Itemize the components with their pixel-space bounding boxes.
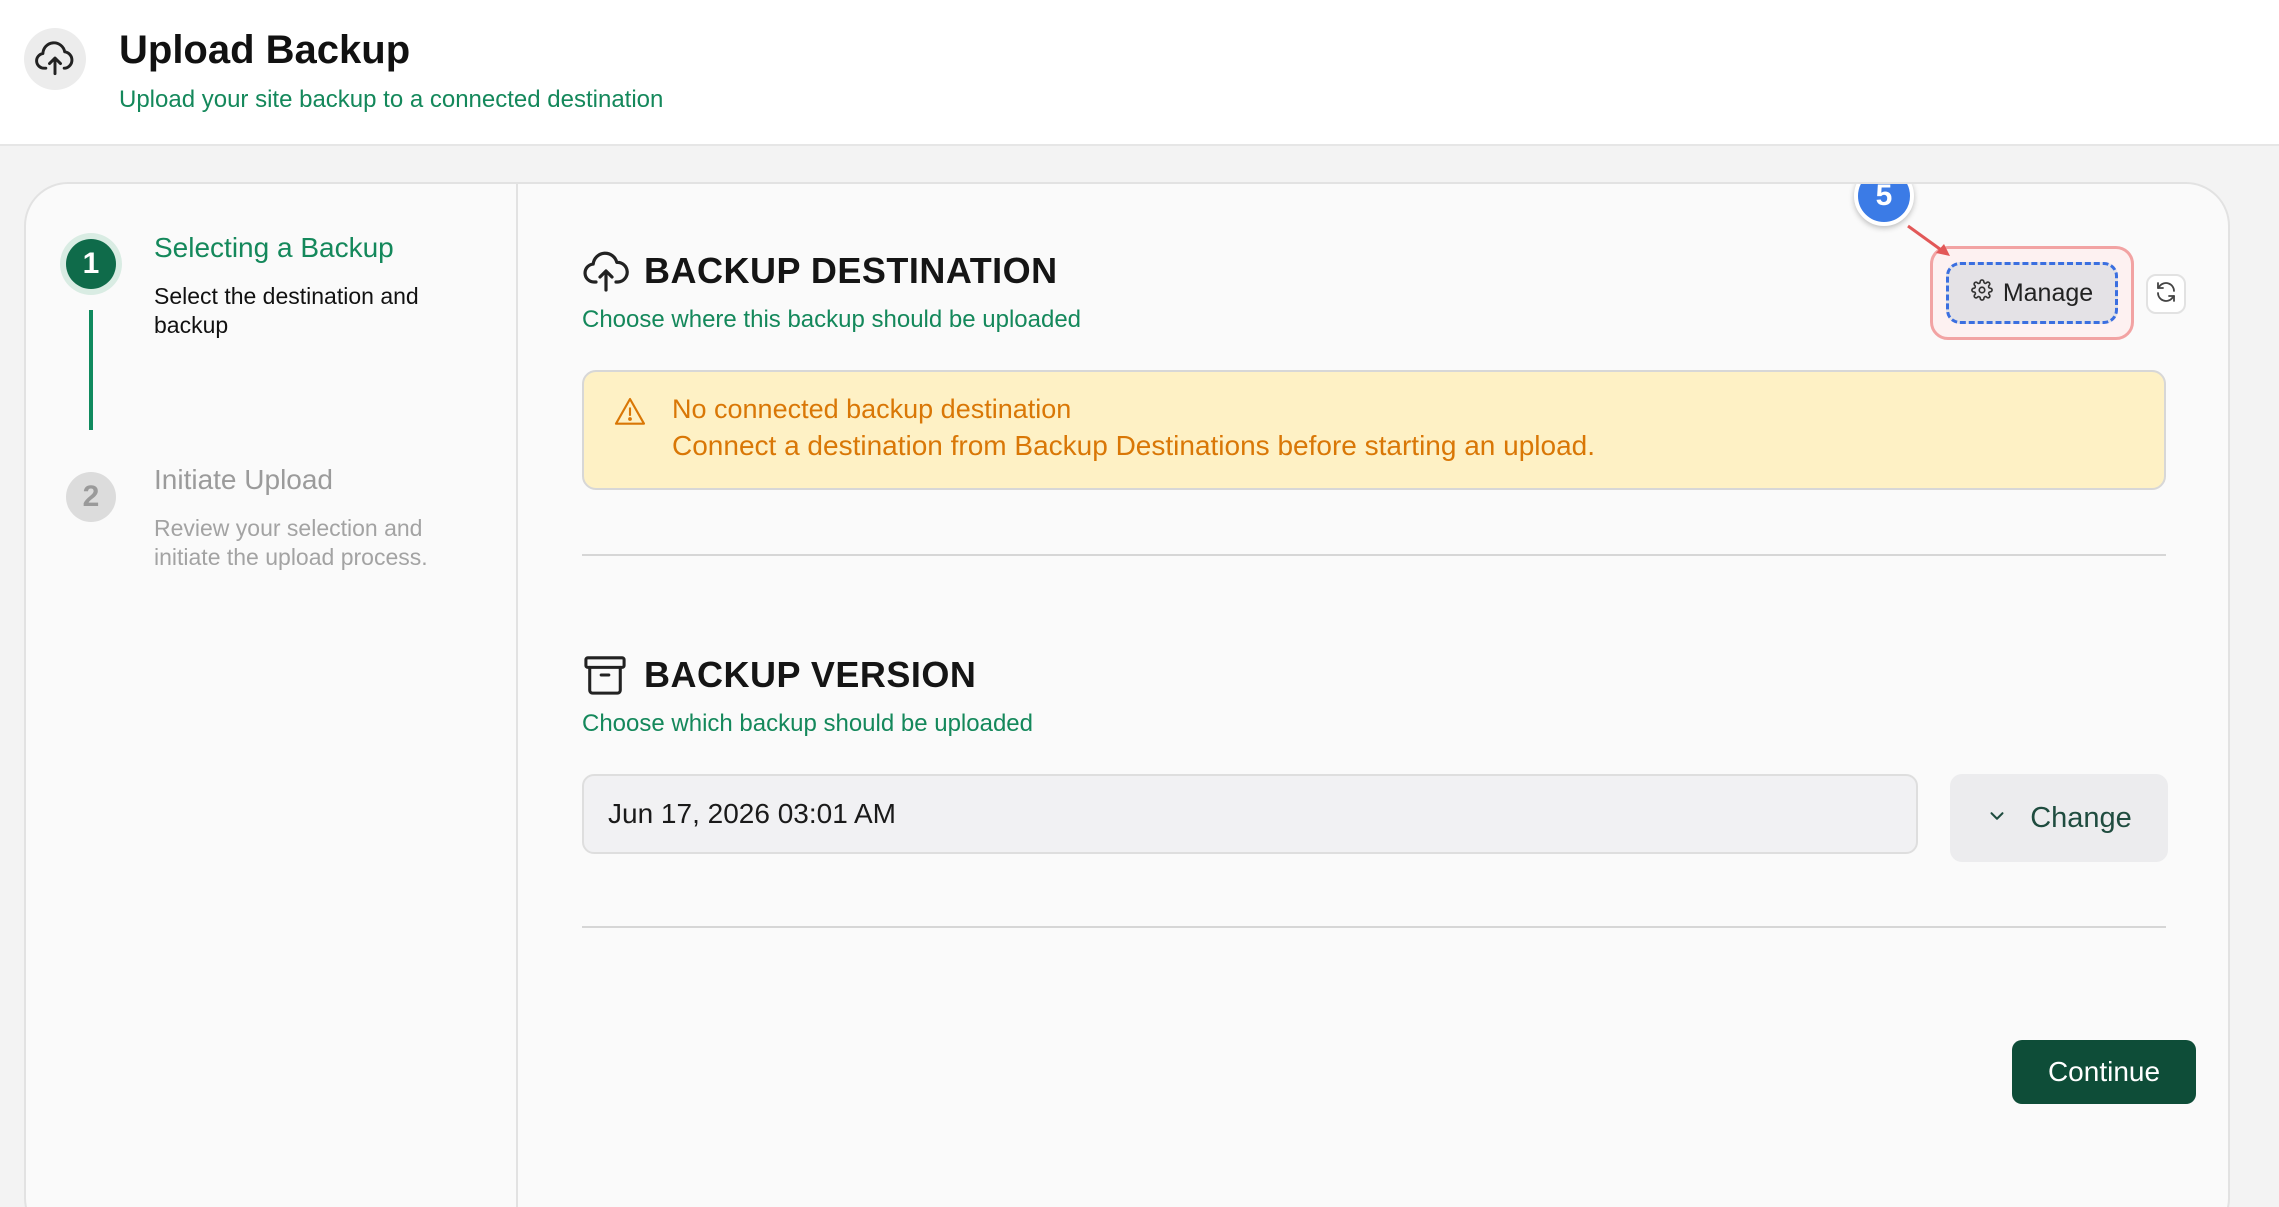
cloud-upload-icon <box>24 28 86 90</box>
step-description-selecting-backup: Select the destination and backup <box>154 283 419 338</box>
page-title: Upload Backup <box>119 28 411 72</box>
step-number-1: 1 <box>66 239 116 289</box>
backup-destination-subtitle: Choose where this backup should be uploa… <box>582 306 1082 333</box>
warning-triangle-icon <box>614 396 646 431</box>
warning-title: No connected backup destination <box>672 394 1072 424</box>
gear-icon <box>1970 278 1993 308</box>
step-annotation-badge: 5 <box>1854 184 1914 226</box>
page-subtitle: Upload your site backup to a connected d… <box>119 86 664 113</box>
annotation-arrow-icon <box>1904 222 1960 267</box>
step-connector <box>89 310 93 430</box>
cloud-upload-icon <box>582 250 630 297</box>
wizard-stepper: 1 Selecting a Backup Select the destinat… <box>26 184 518 1207</box>
section-divider <box>582 926 2166 928</box>
chevron-down-icon <box>1986 802 2008 835</box>
backup-version-title: BACKUP VERSION <box>644 654 977 695</box>
selected-backup-version-field[interactable]: Jun 17, 2026 03:01 AM <box>582 774 1918 854</box>
manage-button-label: Manage <box>2002 278 2094 307</box>
change-button-label: Change <box>2030 801 2132 834</box>
continue-button[interactable]: Continue <box>2012 1040 2196 1104</box>
refresh-destinations-button[interactable] <box>2146 274 2186 314</box>
refresh-icon <box>2154 280 2178 309</box>
section-divider <box>582 554 2166 556</box>
manage-destinations-button[interactable]: Manage <box>1946 262 2118 324</box>
backup-version-subtitle: Choose which backup should be uploaded <box>582 710 1033 737</box>
upload-wizard-card: 1 Selecting a Backup Select the destinat… <box>24 182 2230 1207</box>
warning-text: Connect a destination from Backup Destin… <box>672 430 1596 461</box>
step-title-selecting-backup[interactable]: Selecting a Backup <box>154 232 394 264</box>
archive-box-icon <box>582 654 628 701</box>
step-title-initiate-upload: Initiate Upload <box>154 464 334 495</box>
page-header: Upload Backup Upload your site backup to… <box>0 0 2279 146</box>
step-description-initiate-upload: Review your selection and initiate the u… <box>154 515 428 570</box>
step-number-2: 2 <box>66 472 116 522</box>
backup-destination-title: BACKUP DESTINATION <box>644 250 1058 291</box>
no-destination-warning: No connected backup destination Connect … <box>582 370 2166 490</box>
change-backup-version-button[interactable]: Change <box>1950 774 2168 862</box>
